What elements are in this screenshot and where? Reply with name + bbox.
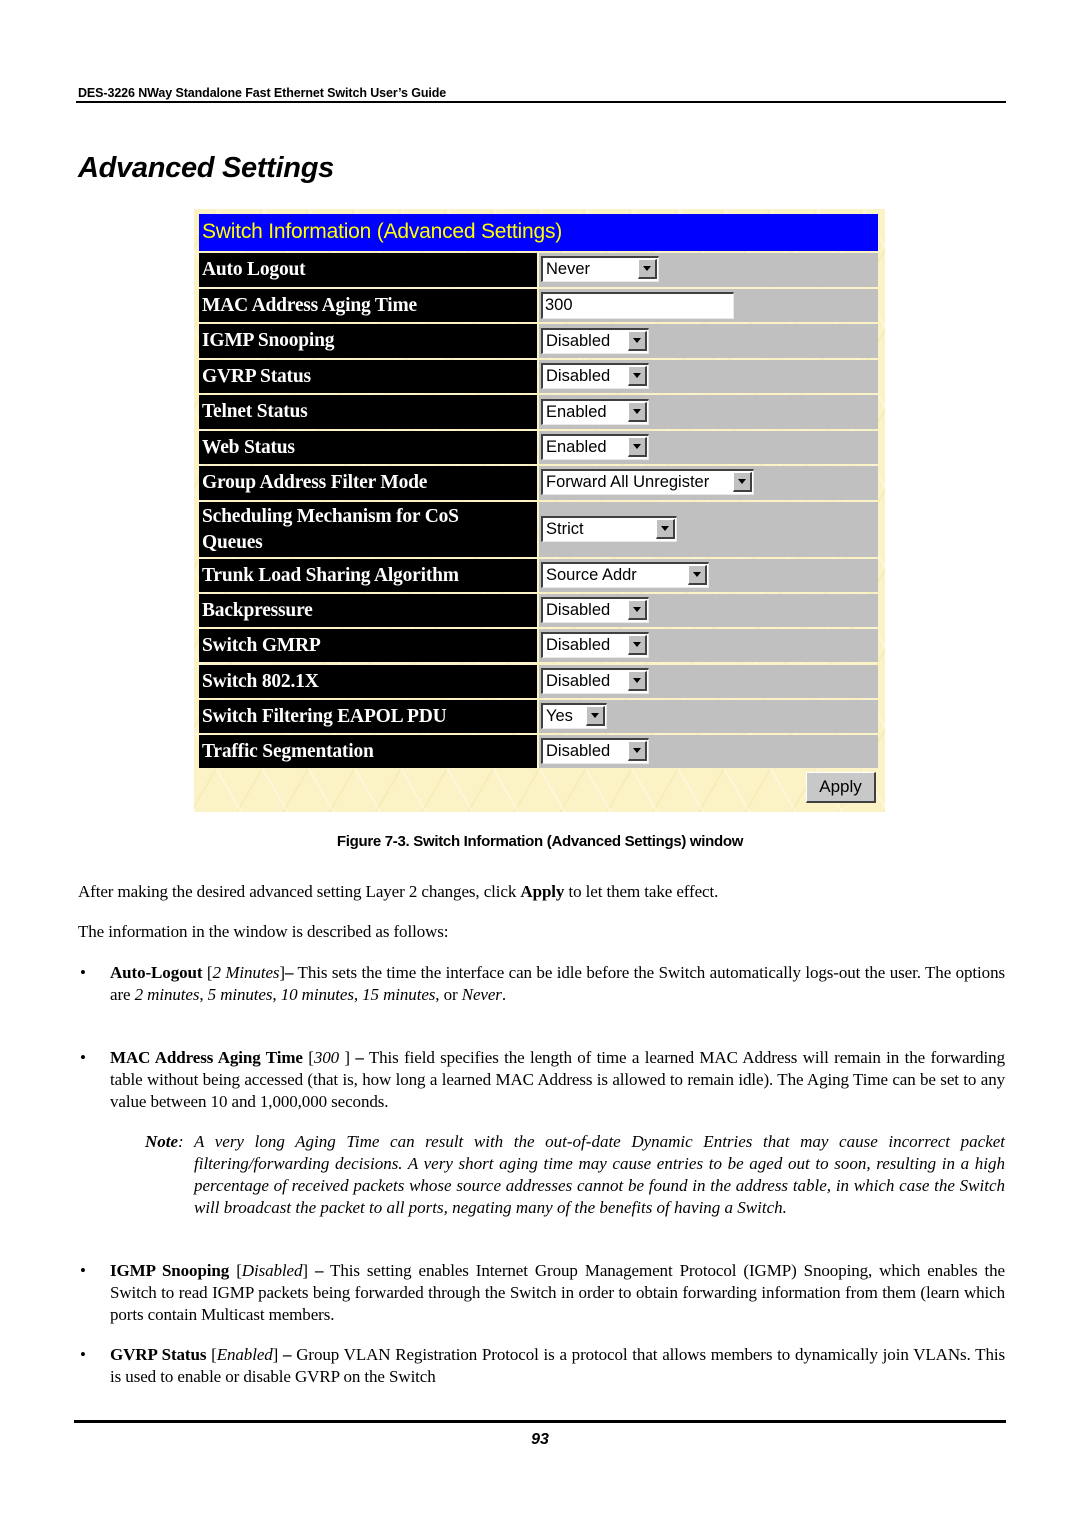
intro-paragraph-2: The information in the window is describ… (78, 922, 449, 941)
dropdown-arrow-icon[interactable] (688, 565, 707, 585)
bullet-term: GVRP Status (110, 1345, 207, 1364)
switch-gmrp-select[interactable]: Disabled (541, 632, 649, 658)
dropdown-arrow-icon[interactable] (628, 331, 647, 351)
footer-rule (74, 1420, 1006, 1423)
figure-caption: Figure 7-3. Switch Information (Advanced… (336, 833, 744, 850)
dropdown-arrow-icon[interactable] (628, 366, 647, 386)
row-label: GVRP Status (202, 366, 311, 387)
row-label: Telnet Status (202, 401, 308, 422)
group-address-filter-mode-select[interactable]: Forward All Unregister (541, 469, 754, 495)
switch-8021x-select[interactable]: Disabled (541, 668, 649, 694)
row-label: Traffic Segmentation (202, 741, 374, 762)
eapol-pdu-select[interactable]: Yes (541, 703, 607, 729)
settings-row-trunk-load-sharing: Trunk Load Sharing Algorithm Source Addr (199, 559, 878, 592)
row-label: Backpressure (202, 600, 313, 621)
settings-row-backpressure: Backpressure Disabled (199, 594, 878, 627)
bullet-gvrp-status: GVRP Status [Enabled] – Group VLAN Regis… (110, 1345, 1005, 1386)
row-label-line1: Scheduling Mechanism for CoS (202, 506, 459, 527)
trunk-load-sharing-select[interactable]: Source Addr (541, 562, 709, 588)
settings-row-web-status: Web Status Enabled (199, 431, 878, 464)
settings-row-mac-aging-time: MAC Address Aging Time 300 (199, 289, 878, 322)
traffic-segmentation-select[interactable]: Disabled (541, 738, 649, 764)
dropdown-arrow-icon[interactable] (628, 741, 647, 761)
settings-row-group-address-filter-mode: Group Address Filter Mode Forward All Un… (199, 466, 878, 500)
row-label: Auto Logout (202, 259, 306, 280)
row-label: IGMP Snooping (202, 330, 335, 351)
bullet-term: MAC Address Aging Time (110, 1048, 303, 1067)
settings-row-telnet-status: Telnet Status Enabled (199, 395, 878, 429)
bullet-term: IGMP Snooping (110, 1261, 230, 1280)
row-label: Switch GMRP (202, 635, 321, 656)
bullet-glyph: • (80, 1261, 86, 1280)
running-header: DES-3226 NWay Standalone Fast Ethernet S… (78, 86, 447, 100)
intro-paragraph: After making the desired advanced settin… (78, 882, 719, 901)
apply-button[interactable]: Apply (806, 772, 876, 803)
row-label: Trunk Load Sharing Algorithm (202, 565, 459, 586)
settings-row-igmp-snooping: IGMP Snooping Disabled (199, 324, 878, 358)
dropdown-arrow-icon[interactable] (733, 472, 752, 492)
bullet-igmp-snooping: IGMP Snooping [Disabled] – This setting … (110, 1261, 1005, 1324)
settings-row-traffic-segmentation: Traffic Segmentation Disabled (199, 735, 878, 768)
aging-time-note: Note: A very long Aging Time can result … (145, 1132, 1006, 1217)
dropdown-arrow-icon[interactable] (628, 402, 647, 422)
igmp-snooping-select[interactable]: Disabled (541, 328, 649, 354)
auto-logout-select[interactable]: Never (541, 256, 659, 282)
dropdown-arrow-icon[interactable] (628, 437, 647, 457)
note-label: Note (145, 1132, 179, 1151)
gvrp-status-select[interactable]: Disabled (541, 363, 649, 389)
row-label: Switch Filtering EAPOL PDU (202, 706, 447, 727)
dropdown-arrow-icon[interactable] (628, 671, 647, 691)
settings-row-gvrp-status: GVRP Status Disabled (199, 360, 878, 393)
page-number: 93 (531, 1431, 549, 1448)
cos-scheduling-select[interactable]: Strict (541, 516, 677, 542)
header-rule (76, 101, 1006, 103)
row-label: MAC Address Aging Time (202, 295, 418, 316)
dropdown-arrow-icon[interactable] (638, 259, 657, 279)
bullet-glyph: • (80, 963, 86, 982)
row-label-line2: Queues (202, 532, 263, 553)
dropdown-arrow-icon[interactable] (656, 519, 675, 539)
row-label: Group Address Filter Mode (202, 472, 428, 493)
section-title: Advanced Settings (78, 152, 334, 184)
row-label: Switch 802.1X (202, 671, 319, 692)
settings-row-auto-logout: Auto Logout Never (199, 253, 878, 287)
settings-row-cos-scheduling: Scheduling Mechanism for CoS Queues Stri… (199, 502, 878, 557)
bullet-term: Auto-Logout (110, 963, 203, 982)
bullet-auto-logout: Auto-Logout [2 Minutes]– This sets the t… (110, 963, 1005, 1004)
figure-header: Switch Information (Advanced Settings) (199, 214, 878, 251)
bullet-glyph: • (80, 1048, 86, 1067)
mac-aging-time-input[interactable]: 300 (541, 292, 734, 319)
settings-row-eapol-pdu: Switch Filtering EAPOL PDU Yes (199, 700, 878, 733)
telnet-status-select[interactable]: Enabled (541, 399, 649, 425)
web-status-select[interactable]: Enabled (541, 434, 649, 460)
row-label: Web Status (202, 437, 295, 458)
dropdown-arrow-icon[interactable] (586, 706, 605, 726)
apply-reference: Apply (520, 882, 565, 901)
backpressure-select[interactable]: Disabled (541, 597, 649, 623)
dropdown-arrow-icon[interactable] (628, 600, 647, 620)
bullet-glyph: • (80, 1345, 86, 1364)
figure-header-title: Switch Information (Advanced Settings) (202, 220, 563, 243)
switch-advanced-settings-figure: Switch Information (Advanced Settings) A… (194, 209, 885, 812)
settings-row-switch-8021x: Switch 802.1X Disabled (199, 665, 878, 698)
dropdown-arrow-icon[interactable] (628, 635, 647, 655)
settings-row-switch-gmrp: Switch GMRP Disabled (199, 629, 878, 662)
bullet-mac-aging-time: MAC Address Aging Time [300 ] – This fie… (110, 1048, 1005, 1111)
